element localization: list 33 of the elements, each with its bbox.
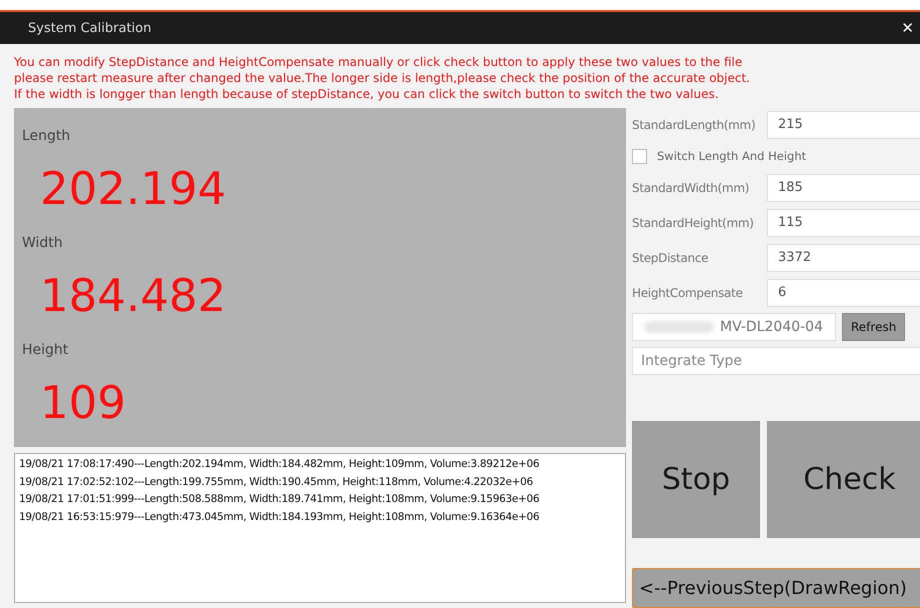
field-label: StandardLength(mm) xyxy=(632,118,756,132)
reading-label: Length xyxy=(22,128,70,146)
instruction-text: If the width is longger than length because of stepDistance, you can click the switch button to switch the two values. xyxy=(14,86,720,102)
input-field[interactable]: 3372 xyxy=(767,244,920,272)
reading-value: 202.194 xyxy=(40,163,226,215)
checkbox[interactable] xyxy=(632,148,647,164)
instruction-text: You can modify StepDistance and HeightCompensate manually or click check button to apply these two values to the file xyxy=(14,54,744,70)
reading-value: 109 xyxy=(40,377,126,429)
action-button[interactable]: Check xyxy=(767,421,920,538)
field-label: HeightCompensate xyxy=(632,286,744,300)
close-button[interactable]: ✕ xyxy=(895,19,920,37)
field-label: StandardWidth(mm) xyxy=(632,180,750,194)
spin-box[interactable]: 6 xyxy=(767,278,920,306)
field-label: StepDistance xyxy=(632,250,710,264)
input-field[interactable]: 185 xyxy=(767,174,920,202)
log-entry: 19/08/21 17:01:51:999---Length:508.588mm, Width:189.741mm, Height:108mm, Volume:9.15963e+06 xyxy=(19,492,540,507)
reading-label: Height xyxy=(22,342,68,360)
log-entry: 19/08/21 17:08:17:490---Length:202.194mm, Width:184.482mm, Height:109mm, Volume:3.89212e+06 xyxy=(19,457,540,472)
input-field[interactable]: 115 xyxy=(767,208,920,236)
field-label: StandardHeight(mm) xyxy=(632,216,755,230)
refresh-button[interactable]: Refresh xyxy=(842,313,906,341)
reading-value: 184.482 xyxy=(40,270,226,322)
window-title: System Calibration xyxy=(28,20,152,36)
device-dropdown[interactable]: MV-DL2040-04 xyxy=(632,313,836,341)
action-button[interactable]: Stop xyxy=(632,421,760,538)
log-entry: 19/08/21 17:02:52:102---Length:199.755mm, Width:190.45mm, Height:118mm, Volume:4.22032e+06 xyxy=(19,474,534,490)
input-field[interactable]: 215 xyxy=(767,110,920,138)
reading-label: Width xyxy=(22,235,63,253)
instruction-text: please restart measure after changed the value.The longer side is length,please check the position of the accurate object. xyxy=(14,70,751,86)
log-entry: 19/08/21 16:53:15:979---Length:473.045mm, Width:184.193mm, Height:108mm, Volume:9.16364e+06 xyxy=(19,510,540,524)
previous-step-button[interactable]: <--PreviousStep(DrawRegion) xyxy=(632,568,920,608)
integrate-type-dropdown[interactable]: Integrate Type xyxy=(632,347,920,375)
checkbox-label: Switch Length And Height xyxy=(657,149,806,163)
